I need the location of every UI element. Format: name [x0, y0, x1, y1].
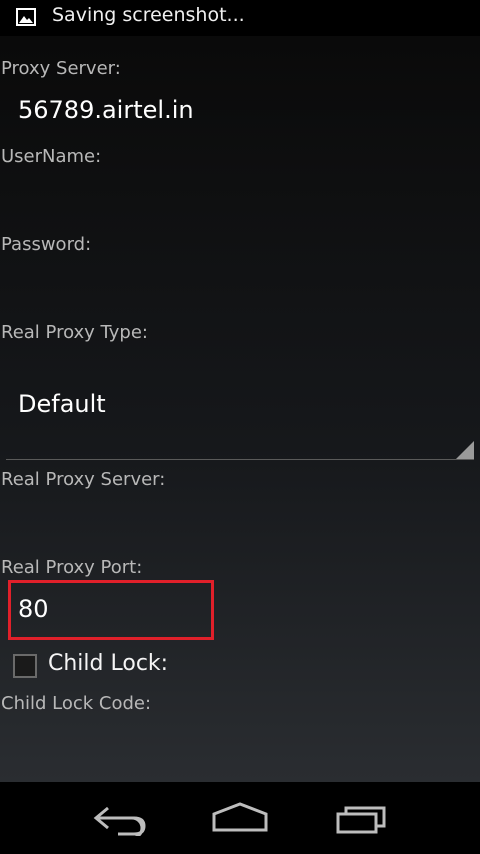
- password-field[interactable]: [6, 262, 474, 320]
- real-proxy-type-value: Default: [18, 390, 106, 418]
- child-lock-checkbox[interactable]: [13, 654, 37, 678]
- child-lock-code-field[interactable]: [6, 721, 474, 779]
- notification-text: Saving screenshot...: [52, 4, 245, 26]
- proxy-server-label: Proxy Server:: [1, 58, 121, 79]
- password-label: Password:: [1, 234, 92, 255]
- child-lock-label[interactable]: Child Lock:: [48, 651, 168, 676]
- real-proxy-server-label: Real Proxy Server:: [1, 469, 166, 490]
- real-proxy-server-field[interactable]: [6, 498, 474, 556]
- status-bar: Saving screenshot...: [0, 0, 480, 36]
- recent-apps-icon[interactable]: [330, 800, 394, 836]
- screen: Saving screenshot... Proxy Server: 56789…: [0, 0, 480, 854]
- proxy-server-value: 56789.airtel.in: [18, 96, 194, 124]
- navigation-bar: [0, 782, 480, 854]
- real-proxy-type-label: Real Proxy Type:: [1, 322, 148, 343]
- username-field[interactable]: [6, 174, 474, 232]
- proxy-server-field[interactable]: 56789.airtel.in: [6, 86, 474, 144]
- spinner-underline: [6, 459, 474, 460]
- highlight-box: [8, 580, 214, 640]
- image-icon: [16, 8, 36, 26]
- proxy-settings-form: Proxy Server: 56789.airtel.in UserName: …: [0, 36, 480, 782]
- home-icon[interactable]: [208, 800, 272, 836]
- child-lock-code-label: Child Lock Code:: [1, 693, 152, 714]
- real-proxy-port-label: Real Proxy Port:: [1, 557, 143, 578]
- username-label: UserName:: [1, 146, 102, 167]
- real-proxy-type-spinner[interactable]: Default: [6, 376, 474, 460]
- spinner-dropdown-icon: [456, 441, 474, 459]
- back-icon[interactable]: [88, 800, 152, 836]
